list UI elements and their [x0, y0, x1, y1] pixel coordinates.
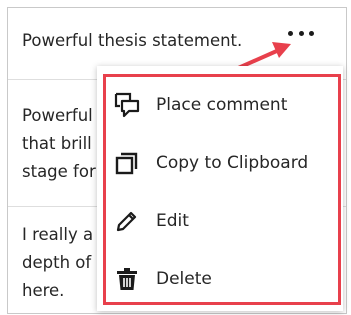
dot-icon	[288, 30, 293, 36]
menu-item-place-comment[interactable]: Place comment	[114, 85, 334, 125]
comment-icon	[114, 91, 140, 119]
menu-item-label: Place comment	[156, 95, 288, 115]
menu-item-edit[interactable]: Edit	[114, 201, 334, 241]
menu-item-label: Delete	[156, 269, 212, 289]
menu-item-copy-to-clipboard[interactable]: Copy to Clipboard	[114, 143, 334, 183]
dot-icon	[309, 30, 314, 36]
copy-icon	[114, 149, 140, 177]
comment-text: Powerful thesis statement.	[22, 31, 243, 50]
menu-item-label: Copy to Clipboard	[156, 153, 309, 173]
more-options-button[interactable]	[288, 26, 314, 40]
menu-item-label: Edit	[156, 211, 189, 231]
menu-item-delete[interactable]: Delete	[114, 259, 334, 299]
trash-icon	[114, 265, 140, 293]
pencil-icon	[114, 207, 140, 235]
dot-icon	[298, 30, 304, 36]
